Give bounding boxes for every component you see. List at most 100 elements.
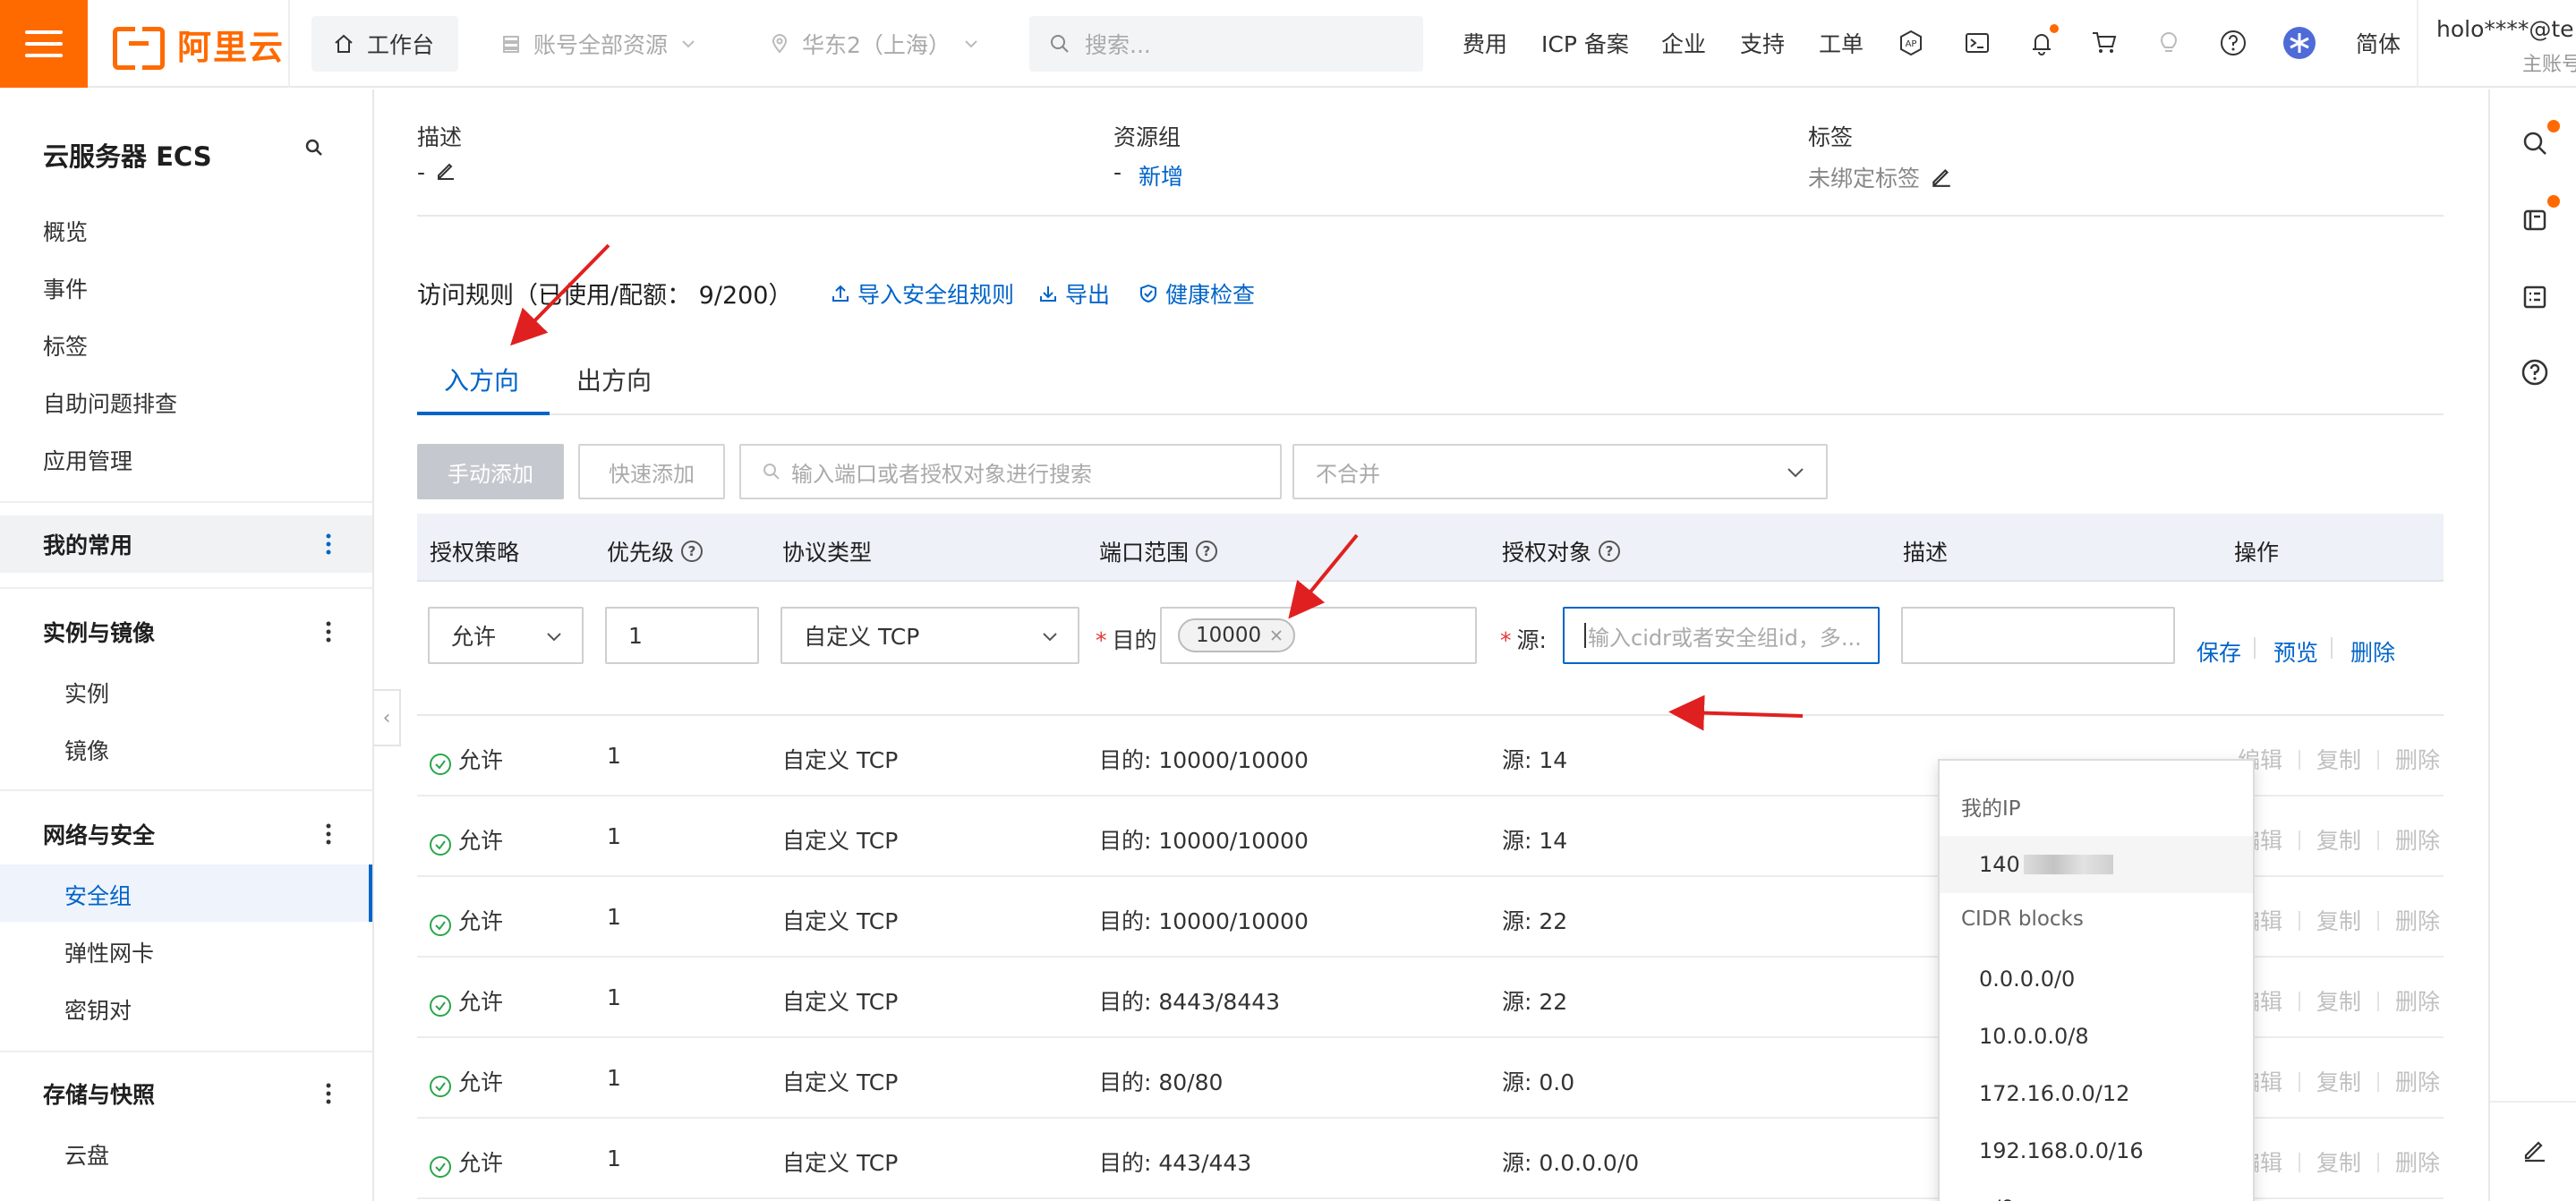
copy-link[interactable]: 复制 [2316, 989, 2361, 1015]
sidebar-item-app-management[interactable]: 应用管理 [43, 444, 132, 476]
import-rules-link[interactable]: 导入安全组规则 [831, 277, 1014, 310]
aliyun-logo[interactable]: 阿里云 [113, 23, 285, 70]
delete-link[interactable]: 删除 [2395, 828, 2440, 854]
search-placeholder: 搜索... [1085, 32, 1151, 58]
dropdown-item-cidr[interactable]: ::/0 [1940, 1180, 2253, 1201]
description-input[interactable] [1901, 607, 2175, 664]
copy-link[interactable]: 复制 [2316, 1069, 2361, 1095]
sidebar-group-favorites[interactable]: 我的常用 [0, 515, 372, 573]
nav-link-icp[interactable]: ICP 备案 [1541, 27, 1629, 59]
help-icon[interactable] [2216, 26, 2250, 60]
bell-icon[interactable] [2025, 24, 2059, 60]
delete-link[interactable]: 删除 [2395, 1150, 2440, 1176]
global-search-input[interactable]: 搜索... [1029, 16, 1423, 72]
tab-inbound[interactable]: 入方向 [444, 362, 519, 397]
delete-link[interactable]: 删除 [2395, 1069, 2440, 1095]
source-input[interactable]: 输入cidr或者安全组id，多... [1563, 607, 1880, 664]
policy-select[interactable]: 允许 [428, 607, 584, 664]
sidebar-item-troubleshoot[interactable]: 自助问题排查 [43, 387, 177, 419]
more-vertical-icon[interactable] [326, 1081, 331, 1106]
save-rule-link[interactable]: 保存 [2196, 635, 2241, 668]
sidebar-item-key-pairs[interactable]: 密钥对 [64, 993, 132, 1026]
port-range-input[interactable]: 10000 [1160, 607, 1477, 664]
resource-group-add-link[interactable]: 新增 [1139, 159, 1183, 192]
health-check-link[interactable]: 健康检查 [1139, 277, 1255, 310]
help-icon[interactable] [2517, 354, 2553, 390]
delete-link[interactable]: 删除 [2395, 989, 2440, 1015]
copy-link[interactable]: 复制 [2316, 908, 2361, 934]
protocol-select[interactable]: 自定义 TCP [780, 607, 1079, 664]
dropdown-item-cidr[interactable]: 0.0.0.0/0 [1940, 950, 2253, 1008]
cell-priority-text: 1 [607, 823, 621, 849]
cell-policy-text: 允许 [458, 989, 504, 1015]
copy-link[interactable]: 复制 [2316, 828, 2361, 854]
rule-search-input[interactable]: 输入端口或者授权对象进行搜索 [739, 444, 1282, 499]
more-vertical-icon[interactable] [326, 532, 331, 557]
priority-input[interactable]: 1 [605, 607, 759, 664]
cell-protocol: 自定义 TCP [782, 823, 898, 856]
edit-tags-icon[interactable] [1930, 165, 1953, 192]
user-name[interactable]: holo****@te... [2436, 16, 2576, 42]
sidebar-item-eni[interactable]: 弹性网卡 [64, 936, 154, 968]
cart-icon[interactable] [2087, 26, 2121, 60]
delete-rule-link[interactable]: 删除 [2350, 635, 2395, 668]
left-sidebar: 云服务器 ECS 概览 事件 标签 自助问题排查 应用管理 我的常用 实例与镜像… [0, 89, 374, 1201]
question-icon[interactable]: ? [1196, 541, 1218, 562]
workbench-button[interactable]: 工作台 [311, 16, 458, 72]
lightbulb-icon[interactable] [2152, 26, 2186, 60]
sidebar-search-icon[interactable] [304, 138, 324, 161]
more-vertical-icon[interactable] [326, 822, 331, 847]
delete-link[interactable]: 删除 [2395, 908, 2440, 934]
search-icon[interactable] [2517, 120, 2560, 161]
question-icon[interactable]: ? [681, 541, 704, 562]
sidebar-group-label: 我的常用 [43, 532, 133, 558]
nav-link-fees[interactable]: 费用 [1463, 27, 1507, 59]
delete-link[interactable]: 删除 [2395, 747, 2440, 773]
user-role: 主账号 [2522, 54, 2576, 76]
account-resources-select[interactable]: 账号全部资源 [501, 16, 696, 72]
dropdown-item-myip[interactable]: 140 [1940, 836, 2253, 893]
sidebar-item-tags[interactable]: 标签 [43, 329, 88, 362]
export-link[interactable]: 导出 [1038, 277, 1110, 310]
preview-rule-link[interactable]: 预览 [2273, 635, 2318, 668]
dropdown-item-cidr[interactable]: 192.168.0.0/16 [1940, 1122, 2253, 1180]
sidebar-group-network-security[interactable]: 网络与安全 [0, 805, 372, 863]
sidebar-item-images[interactable]: 镜像 [64, 734, 109, 766]
terminal-icon[interactable] [1960, 26, 1994, 60]
copy-link[interactable]: 复制 [2316, 747, 2361, 773]
sidebar-item-instances[interactable]: 实例 [64, 677, 109, 709]
cell-priority: 1 [607, 743, 621, 769]
cell-protocol-text: 自定义 TCP [782, 908, 899, 934]
question-icon[interactable]: ? [1599, 541, 1621, 562]
sidebar-item-events[interactable]: 事件 [43, 272, 88, 304]
close-icon[interactable] [1270, 629, 1283, 642]
quick-add-button[interactable]: 快速添加 [578, 444, 725, 499]
sidebar-group-instances-images[interactable]: 实例与镜像 [0, 603, 372, 660]
more-vertical-icon[interactable] [326, 619, 331, 644]
sidebar-group-storage-snapshots[interactable]: 存储与快照 [0, 1065, 372, 1122]
edit-description-icon[interactable] [435, 159, 456, 184]
hamburger-menu-button[interactable] [0, 0, 88, 88]
sidebar-item-overview[interactable]: 概览 [43, 215, 88, 247]
dropdown-item-cidr[interactable]: 172.16.0.0/12 [1940, 1065, 2253, 1122]
dropdown-item-cidr[interactable]: 10.0.0.0/8 [1940, 1008, 2253, 1065]
manual-add-button[interactable]: 手动添加 [417, 444, 564, 499]
nav-link-support[interactable]: 支持 [1740, 27, 1785, 59]
copy-link[interactable]: 复制 [2316, 1150, 2361, 1176]
nav-link-ticket[interactable]: 工单 [1819, 27, 1864, 59]
region-select[interactable]: 华东2（上海） [770, 16, 979, 72]
tab-outbound[interactable]: 出方向 [576, 362, 652, 397]
nav-link-enterprise[interactable]: 企业 [1661, 27, 1706, 59]
avatar[interactable] [2282, 26, 2316, 60]
source-input-placeholder: 输入cidr或者安全组id，多... [1588, 625, 1862, 651]
merge-select[interactable]: 不合并 [1292, 444, 1828, 499]
cell-port-range: 目的: 10000/10000 [1099, 743, 1309, 775]
language-switch[interactable]: 简体 [2356, 27, 2401, 59]
region-label: 华东2（上海） [802, 32, 951, 58]
sidebar-item-disks[interactable]: 云盘 [64, 1138, 109, 1171]
edit-icon[interactable] [2517, 1131, 2553, 1167]
api-icon[interactable]: AP [1894, 26, 1928, 60]
book-icon[interactable] [2517, 195, 2560, 238]
checklist-icon[interactable] [2517, 279, 2553, 315]
sidebar-item-security-groups[interactable]: 安全组 [64, 879, 132, 911]
